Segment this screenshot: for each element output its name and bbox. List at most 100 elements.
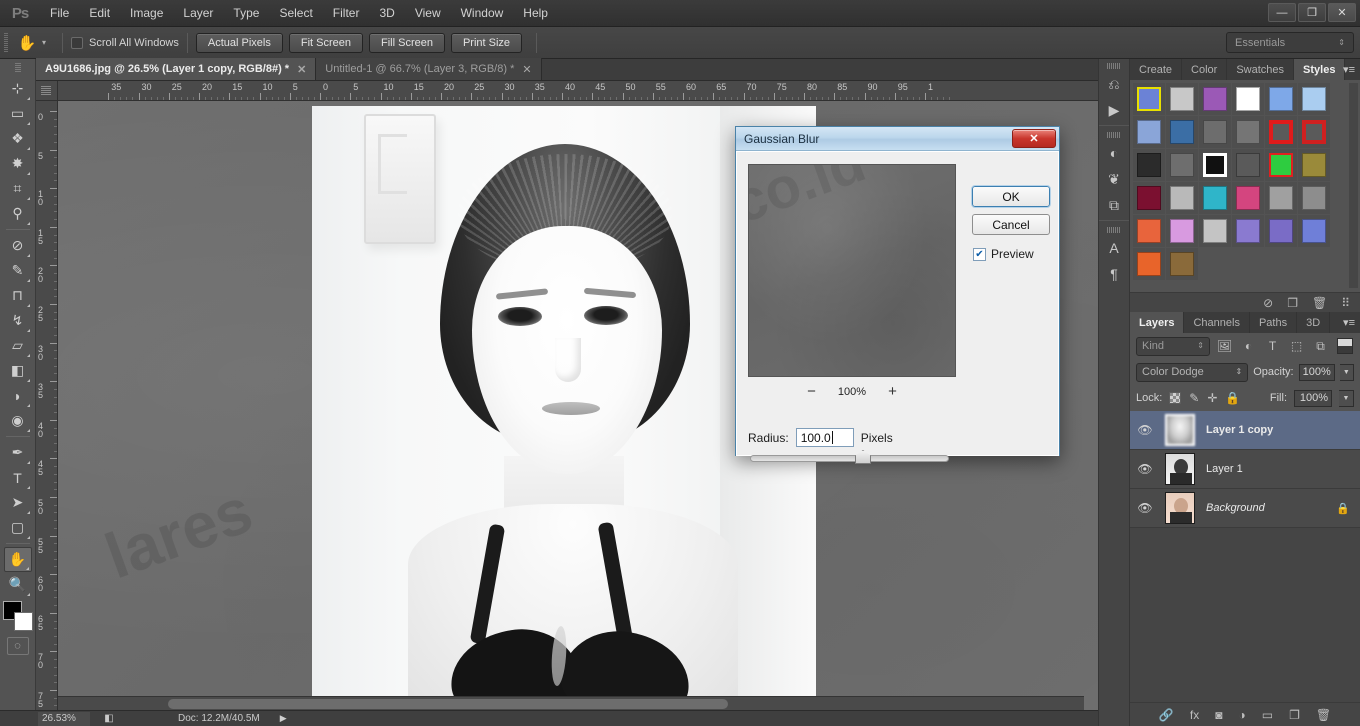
style-swatch[interactable] <box>1133 116 1165 148</box>
lock-position-icon[interactable]: ✛ <box>1207 391 1217 405</box>
clone-source-panel-icon[interactable]: ⧉ <box>1101 192 1127 218</box>
tab-paths[interactable]: Paths <box>1250 312 1298 333</box>
restore-button[interactable]: ❐ <box>1298 3 1326 22</box>
menu-window[interactable]: Window <box>451 0 514 27</box>
style-swatch[interactable] <box>1133 248 1165 280</box>
tab-swatches[interactable]: Swatches <box>1227 59 1295 80</box>
style-swatch[interactable] <box>1166 248 1198 280</box>
workspace-selector[interactable]: Essentials ⇕ <box>1226 32 1354 53</box>
scroll-all-windows-checkbox[interactable]: Scroll All Windows <box>71 36 179 49</box>
print-size-button[interactable]: Print Size <box>450 32 523 53</box>
blur-tool[interactable]: ◗ <box>4 383 32 408</box>
fill-input[interactable]: 100% <box>1294 389 1332 407</box>
style-swatch[interactable] <box>1166 149 1198 181</box>
ok-button[interactable]: OK <box>971 185 1051 208</box>
layer-visibility-eye-icon[interactable]: 👁 <box>1130 501 1160 515</box>
close-icon[interactable]: ✕ <box>297 63 306 76</box>
styles-scrollbar[interactable] <box>1349 83 1358 288</box>
type-layer-filter-icon[interactable]: T <box>1263 337 1282 356</box>
style-swatch[interactable] <box>1232 182 1264 214</box>
style-swatch[interactable] <box>1298 149 1330 181</box>
add-layer-style-icon[interactable]: fx <box>1190 708 1199 722</box>
cancel-button[interactable]: Cancel <box>972 214 1050 235</box>
layer-visibility-eye-icon[interactable]: 👁 <box>1130 462 1160 476</box>
style-swatch[interactable] <box>1133 215 1165 247</box>
layer-row[interactable]: 👁 Layer 1 <box>1130 450 1360 489</box>
style-swatch[interactable] <box>1199 116 1231 148</box>
layer-thumbnail[interactable] <box>1165 453 1195 485</box>
add-layer-mask-icon[interactable]: ◙ <box>1215 708 1222 722</box>
blend-mode-select[interactable]: Color Dodge ⇕ <box>1136 362 1249 382</box>
close-button[interactable]: ✕ <box>1328 3 1356 22</box>
lock-all-icon[interactable]: 🔒 <box>1225 391 1240 405</box>
pixel-layer-filter-icon[interactable]: 🖼 <box>1215 337 1234 356</box>
zoom-in-button[interactable]: + <box>888 384 897 399</box>
preview-checkbox[interactable]: ✔ Preview <box>973 247 1034 261</box>
quick-mask-mode-icon[interactable]: ◌ <box>6 637 29 655</box>
smart-object-filter-icon[interactable]: ⧉ <box>1311 337 1330 356</box>
zoom-out-button[interactable]: − <box>807 384 816 399</box>
opacity-chevron-down-icon[interactable]: ▼ <box>1339 363 1354 381</box>
crop-tool[interactable]: ⌗ <box>4 176 32 201</box>
dock-grip[interactable] <box>1107 132 1121 138</box>
menu-image[interactable]: Image <box>120 0 173 27</box>
background-color-swatch[interactable] <box>13 612 33 631</box>
foreground-background-color-swatches[interactable] <box>2 601 33 631</box>
style-swatch[interactable] <box>1133 182 1165 214</box>
history-panel-icon[interactable]: ⎌ <box>1101 71 1127 97</box>
menu-layer[interactable]: Layer <box>173 0 223 27</box>
character-panel-icon[interactable]: A <box>1101 235 1127 261</box>
brush-tool[interactable]: ✎ <box>4 258 32 283</box>
style-swatch[interactable] <box>1166 215 1198 247</box>
new-layer-icon[interactable]: ❐ <box>1289 708 1300 722</box>
document-tab[interactable]: A9U1686.jpg @ 26.5% (Layer 1 copy, RGB/8… <box>36 58 317 80</box>
new-layer-icon[interactable]: ❐ <box>1287 296 1298 310</box>
path-selection-tool[interactable]: ➤ <box>4 490 32 515</box>
radius-slider-track[interactable] <box>750 455 949 462</box>
brush-panel-icon[interactable]: ❦ <box>1101 166 1127 192</box>
close-icon[interactable]: ✕ <box>522 63 531 76</box>
blur-preview-thumbnail[interactable]: co.id <box>748 164 956 377</box>
style-swatch[interactable] <box>1265 116 1297 148</box>
layer-thumbnail[interactable] <box>1165 414 1195 446</box>
zoom-level-field[interactable]: 26.53% <box>38 711 90 726</box>
actual-pixels-button[interactable]: Actual Pixels <box>195 32 283 53</box>
dialog-title-bar[interactable]: Gaussian Blur ✕ <box>736 127 1059 151</box>
rectangular-marquee-tool[interactable]: ▭ <box>4 101 32 126</box>
quick-selection-tool[interactable]: ✸ <box>4 151 32 176</box>
menu-view[interactable]: View <box>405 0 451 27</box>
scrollbar-thumb[interactable] <box>168 699 728 709</box>
lock-transparency-icon[interactable] <box>1169 392 1182 404</box>
options-bar-grip[interactable] <box>0 27 12 59</box>
spot-healing-brush-tool[interactable]: ⊘ <box>4 233 32 258</box>
no-entry-icon[interactable]: ⊘ <box>1263 296 1273 310</box>
new-adjustment-layer-icon[interactable]: ◑ <box>1238 708 1245 722</box>
history-brush-tool[interactable]: ↯ <box>4 308 32 333</box>
style-swatch[interactable] <box>1265 149 1297 181</box>
style-swatch[interactable] <box>1298 116 1330 148</box>
horizontal-ruler[interactable]: 35 30 25 20 15 10 5 0 5 10 15 20 25 30 35 40 45 50 55 60 65 7… <box>58 81 1098 101</box>
style-swatch[interactable] <box>1265 215 1297 247</box>
zoom-tool[interactable]: 🔍 <box>4 572 32 597</box>
tool-preset-chevron-down-icon[interactable]: ▾ <box>42 38 46 47</box>
layers-panel-menu-icon[interactable]: ▾≡ <box>1343 316 1355 329</box>
style-swatch[interactable] <box>1265 83 1297 115</box>
layer-row[interactable]: 👁 Background 🔒 <box>1130 489 1360 528</box>
eyedropper-tool[interactable]: ⚲ <box>4 201 32 226</box>
style-swatch[interactable] <box>1298 182 1330 214</box>
style-swatch[interactable] <box>1232 149 1264 181</box>
style-swatch[interactable] <box>1298 215 1330 247</box>
trash-icon[interactable]: 🗑 <box>1312 296 1327 310</box>
eraser-tool[interactable]: ▱ <box>4 333 32 358</box>
layer-thumbnail[interactable] <box>1165 492 1195 524</box>
adjustment-layer-filter-icon[interactable]: ◐ <box>1239 337 1258 356</box>
dialog-close-button[interactable]: ✕ <box>1012 129 1056 148</box>
fit-screen-button[interactable]: Fit Screen <box>288 32 363 53</box>
style-swatch[interactable] <box>1199 149 1231 181</box>
lasso-tool[interactable]: ❖ <box>4 126 32 151</box>
style-swatch[interactable] <box>1166 83 1198 115</box>
menu-edit[interactable]: Edit <box>79 0 120 27</box>
adjustments-panel-icon[interactable]: ◐ <box>1101 140 1127 166</box>
dodge-tool[interactable]: ◉ <box>4 408 32 433</box>
gradient-tool[interactable]: ◧ <box>4 358 32 383</box>
